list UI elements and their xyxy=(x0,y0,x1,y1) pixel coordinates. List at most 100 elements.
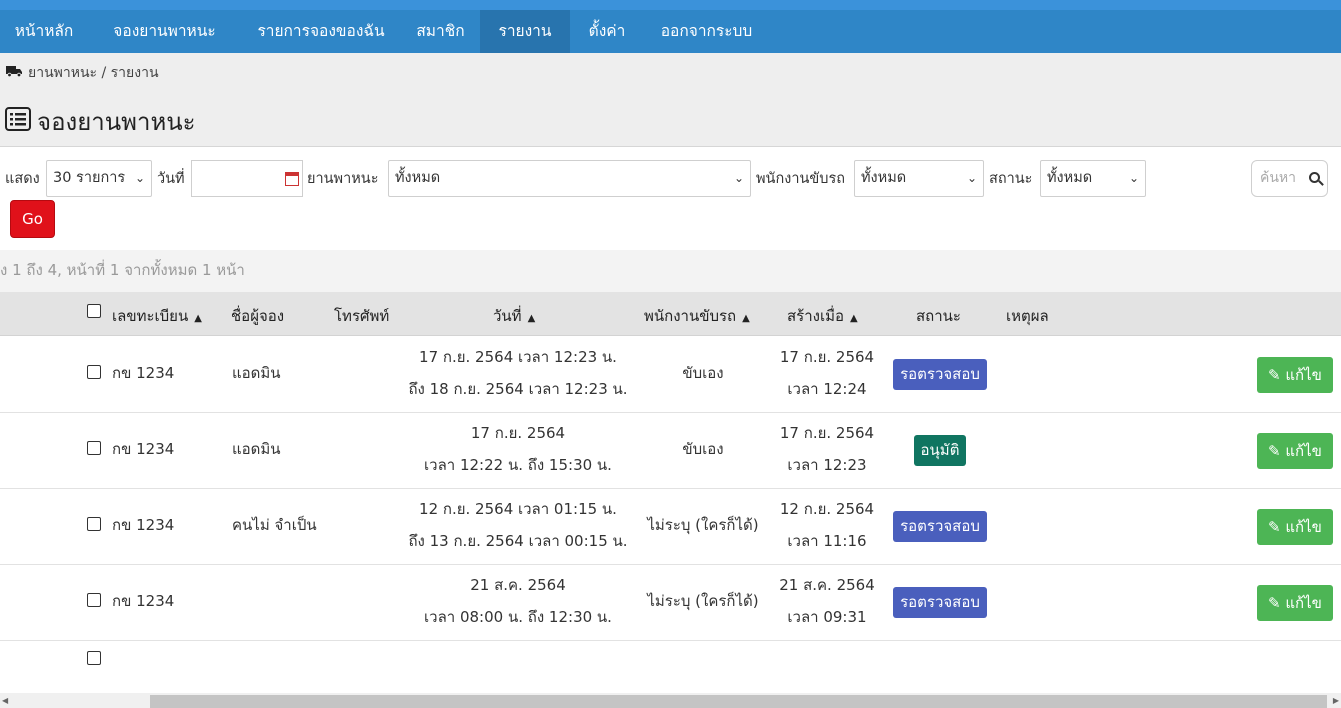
row-created-line1: 17 ก.ย. 2564 xyxy=(779,424,875,442)
row-created-line2: เวลา 09:31 xyxy=(787,608,867,626)
pencil-icon: ✎ xyxy=(1268,366,1281,384)
pencil-icon: ✎ xyxy=(1268,442,1281,460)
row-date-line1: 12 ก.ย. 2564 เวลา 01:15 น. xyxy=(419,500,617,518)
status-label: สถานะ xyxy=(989,171,1033,187)
row-booker: แอดมิน xyxy=(232,440,281,458)
nav-item-home[interactable]: หน้าหลัก xyxy=(0,10,88,53)
pagination-info: ง 1 ถึง 4, หน้าที่ 1 จากทั้งหมด 1 หน้า xyxy=(0,250,1341,292)
status-badge: อนุมัติ xyxy=(914,435,966,466)
status-badge: รอตรวจสอบ xyxy=(893,359,987,390)
sort-icon: ▲︎ xyxy=(194,313,202,324)
row-created-line2: เวลา 11:16 xyxy=(787,532,867,550)
row-plate: กข 1234 xyxy=(112,516,175,534)
sort-icon: ▲︎ xyxy=(527,313,536,324)
row-date-line2: เวลา 08:00 น. ถึง 12:30 น. xyxy=(424,608,612,626)
row-date-line2: ถึง 18 ก.ย. 2564 เวลา 12:23 น. xyxy=(408,380,628,398)
row-date-line1: 17 ก.ย. 2564 xyxy=(470,424,566,442)
row-checkbox[interactable] xyxy=(87,593,101,607)
row-date-line2: เวลา 12:22 น. ถึง 15:30 น. xyxy=(424,456,612,474)
header-phone: โทรศัพท์ xyxy=(334,307,390,325)
page-title: จองยานพาหนะ xyxy=(5,102,196,141)
table-row: กข 1234 21 ส.ค. 2564 เวลา 08:00 น. ถึง 1… xyxy=(0,565,1341,641)
row-checkbox[interactable] xyxy=(87,441,101,455)
search-placeholder: ค้นหา xyxy=(1260,170,1296,186)
driver-value: ทั้งหมด xyxy=(861,170,907,186)
pencil-icon: ✎ xyxy=(1268,518,1281,536)
header-booker: ชื่อผู้จอง xyxy=(231,307,285,325)
breadcrumb: ยานพาหนะ / รายงาน xyxy=(6,62,159,84)
chevron-down-icon: ⌄ xyxy=(134,171,145,185)
table-header: เลขทะเบียน ▲︎ ชื่อผู้จอง โทรศัพท์ วันที่ ▲… xyxy=(0,292,1341,336)
pencil-icon: ✎ xyxy=(1268,594,1281,612)
row-driver: ขับเอง xyxy=(682,364,724,382)
row-created-line1: 17 ก.ย. 2564 xyxy=(779,348,875,366)
row-created-line1: 21 ส.ค. 2564 xyxy=(779,576,875,594)
row-driver: ไม่ระบุ (ใครก็ได้) xyxy=(647,592,759,610)
date-input[interactable] xyxy=(191,160,303,197)
go-button[interactable]: Go xyxy=(10,200,55,238)
nav-item-logout[interactable]: ออกจากระบบ xyxy=(644,10,769,53)
edit-button[interactable]: ✎ แก้ไข xyxy=(1257,433,1333,469)
nav-top-strip xyxy=(0,0,1341,10)
driver-label: พนักงานขับรถ xyxy=(756,171,846,187)
show-label: แสดง xyxy=(5,171,40,187)
edit-button[interactable]: ✎ แก้ไข xyxy=(1257,357,1333,393)
row-checkbox[interactable] xyxy=(87,517,101,531)
nav-item-reports[interactable]: รายงาน xyxy=(480,10,570,53)
row-date-line1: 21 ส.ค. 2564 xyxy=(470,576,566,594)
row-plate: กข 1234 xyxy=(112,440,175,458)
row-date-line2: ถึง 13 ก.ย. 2564 เวลา 00:15 น. xyxy=(408,532,628,550)
table-row: กข 1234 คนไม่ จำเป็น 12 ก.ย. 2564 เวลา 0… xyxy=(0,489,1341,565)
scrollbar-thumb[interactable] xyxy=(150,695,1327,708)
edit-button[interactable]: ✎ แก้ไข xyxy=(1257,509,1333,545)
row-checkbox[interactable] xyxy=(87,365,101,379)
header-created[interactable]: สร้างเมื่อ ▲ xyxy=(787,304,858,328)
row-driver: ไม่ระบุ (ใครก็ได้) xyxy=(647,516,759,534)
driver-select[interactable]: ทั้งหมด ⌄ xyxy=(854,160,984,197)
row-plate: กข 1234 xyxy=(112,364,175,382)
breadcrumb-text[interactable]: ยานพาหนะ / รายงาน xyxy=(28,62,159,84)
vehicle-label: ยานพาหนะ xyxy=(307,171,379,187)
status-badge: รอตรวจสอบ xyxy=(893,587,987,618)
page-header xyxy=(0,53,1341,147)
page-size-select[interactable]: 30 รายการ ⌄ xyxy=(46,160,152,197)
sort-asc-icon: ▲ xyxy=(849,313,858,324)
header-driver[interactable]: พนักงานขับรถ ▲︎ xyxy=(644,304,750,328)
row-driver: ขับเอง xyxy=(682,440,724,458)
page-title-text: จองยานพาหนะ xyxy=(37,108,196,136)
scroll-right-icon[interactable]: ▶ xyxy=(1333,696,1339,705)
row-booker: คนไม่ จำเป็น xyxy=(232,516,317,534)
row-plate: กข 1234 xyxy=(112,592,175,610)
chevron-down-icon: ⌄ xyxy=(1128,171,1139,185)
horizontal-scrollbar[interactable]: ◀ ▶ xyxy=(0,693,1341,708)
edit-button[interactable]: ✎ แก้ไข xyxy=(1257,585,1333,621)
calendar-icon[interactable] xyxy=(285,172,299,186)
header-status: สถานะ xyxy=(916,307,961,325)
nav-item-book-vehicle[interactable]: จองยานพาหนะ xyxy=(88,10,241,53)
header-date[interactable]: วันที่ ▲︎ xyxy=(493,304,535,328)
sort-icon: ▲︎ xyxy=(742,313,750,324)
vehicle-select[interactable]: ทั้งหมด ⌄ xyxy=(388,160,751,197)
row-created-line2: เวลา 12:23 xyxy=(787,456,867,474)
scroll-left-icon[interactable]: ◀ xyxy=(2,696,8,705)
header-reason: เหตุผล xyxy=(1006,307,1049,325)
row-booker: แอดมิน xyxy=(232,364,281,382)
status-value: ทั้งหมด xyxy=(1047,170,1093,186)
row-created-line1: 12 ก.ย. 2564 xyxy=(779,500,875,518)
row-created-line2: เวลา 12:24 xyxy=(787,380,867,398)
list-icon xyxy=(5,106,31,137)
status-select[interactable]: ทั้งหมด ⌄ xyxy=(1040,160,1146,197)
search-icon[interactable] xyxy=(1309,172,1320,183)
select-all-checkbox[interactable] xyxy=(87,304,101,318)
nav-item-settings[interactable]: ตั้งค่า xyxy=(570,10,644,53)
nav-item-my-bookings[interactable]: รายการจองของฉัน xyxy=(241,10,401,53)
truck-icon xyxy=(6,65,23,81)
main-navbar: หน้าหลัก จองยานพาหนะ รายการจองของฉัน สมา… xyxy=(0,10,1341,53)
chevron-down-icon: ⌄ xyxy=(966,171,977,185)
date-label: วันที่ xyxy=(157,171,185,187)
header-plate[interactable]: เลขทะเบียน ▲︎ xyxy=(112,304,202,328)
page-size-value: 30 รายการ xyxy=(53,170,126,186)
footer-select-all-checkbox[interactable] xyxy=(87,651,101,665)
nav-item-members[interactable]: สมาชิก xyxy=(401,10,480,53)
search-input[interactable]: ค้นหา xyxy=(1251,160,1328,197)
